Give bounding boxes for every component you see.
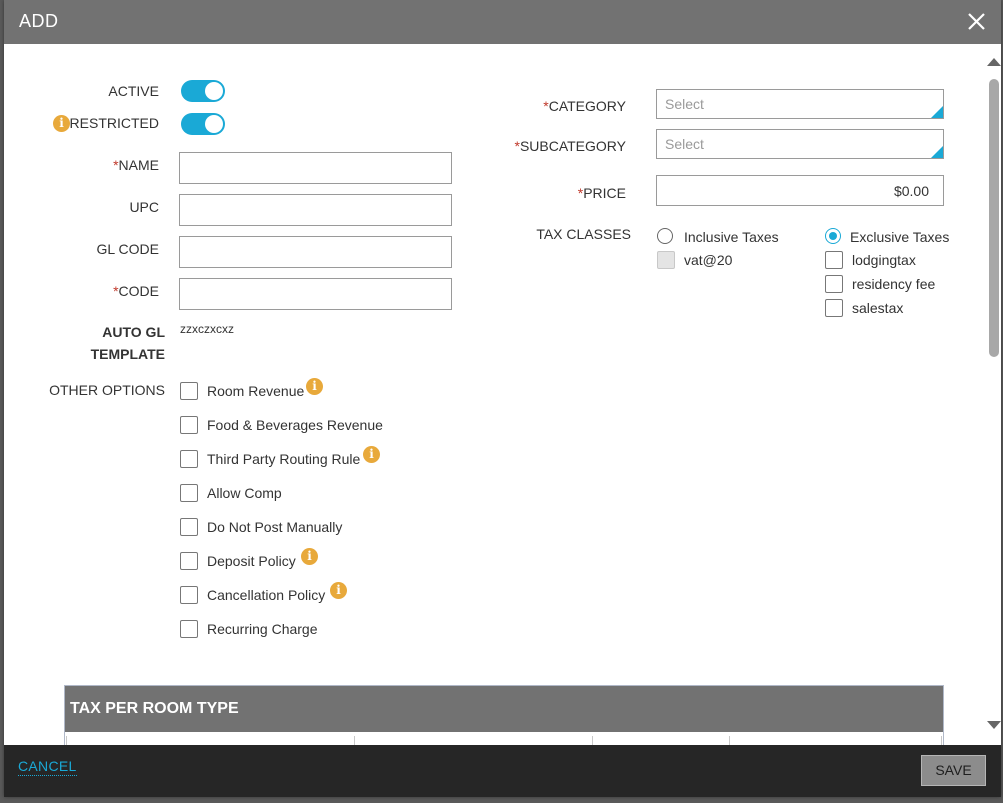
close-button[interactable] <box>963 8 989 36</box>
vertical-scrollbar[interactable] <box>985 44 1001 745</box>
category-select[interactable]: Select <box>656 89 944 119</box>
third-party-routing-rule-checkbox[interactable] <box>180 450 198 468</box>
lodgingtax-label: lodgingtax <box>852 252 916 268</box>
dialog-header: ADD <box>4 0 1001 44</box>
subcategory-select[interactable]: Select <box>656 129 944 159</box>
salestax-checkbox[interactable] <box>825 299 843 317</box>
code-label-text: CODE <box>118 283 159 299</box>
category-label: *CATEGORY <box>543 98 626 114</box>
allow-comp-checkbox[interactable] <box>180 484 198 502</box>
lodgingtax-checkbox[interactable] <box>825 251 843 269</box>
name-label: *NAME <box>113 157 159 173</box>
scrollbar-thumb[interactable] <box>989 79 999 357</box>
subcategory-placeholder: Select <box>665 136 704 152</box>
toggle-knob <box>205 115 223 133</box>
code-label: *CODE <box>113 283 159 299</box>
tax-per-room-type-header: TAX PER ROOM TYPE <box>65 686 943 732</box>
room-revenue-checkbox[interactable] <box>180 382 198 400</box>
exclusive-taxes-radio[interactable] <box>825 228 841 244</box>
tax-per-room-type-table <box>65 732 943 745</box>
column-divider <box>941 736 942 745</box>
column-divider <box>66 736 67 745</box>
price-input[interactable] <box>656 175 944 206</box>
deposit-policy-label: Deposit Policy <box>207 553 296 569</box>
gl-code-label: GL CODE <box>96 241 160 257</box>
code-input[interactable] <box>179 278 452 310</box>
category-label-text: CATEGORY <box>548 98 626 114</box>
dialog-footer: CANCEL SAVE <box>4 745 1001 797</box>
column-divider <box>592 736 593 745</box>
tax-classes-label: TAX CLASSES <box>536 226 631 242</box>
cancellation-policy-info-icon[interactable]: i <box>330 582 347 599</box>
residency-fee-label: residency fee <box>852 276 936 292</box>
subcategory-label: *SUBCATEGORY <box>514 138 626 154</box>
dialog-title: ADD <box>19 11 59 31</box>
price-label: *PRICE <box>578 185 626 201</box>
restricted-label: RESTRICTED <box>69 115 159 131</box>
subcategory-label-text: SUBCATEGORY <box>519 138 626 154</box>
third-party-routing-rule-info-icon[interactable]: i <box>363 446 380 463</box>
active-label: ACTIVE <box>108 83 159 99</box>
name-label-text: NAME <box>118 157 159 173</box>
room-revenue-label: Room Revenue <box>207 383 305 399</box>
cancellation-policy-label: Cancellation Policy <box>207 587 326 603</box>
cancel-button[interactable]: CANCEL <box>18 758 77 776</box>
dialog-body: ACTIVE i RESTRICTED *NAME UPC GL CODE *C… <box>4 44 1001 745</box>
room-revenue-info-icon[interactable]: i <box>306 378 323 395</box>
inclusive-taxes-label: Inclusive Taxes <box>684 229 779 245</box>
allow-comp-label: Allow Comp <box>207 485 282 501</box>
auto-gl-template-label: AUTO GL TEMPLATE <box>91 321 165 365</box>
gl-code-input[interactable] <box>179 236 452 268</box>
toggle-knob <box>205 82 223 100</box>
do-not-post-manually-label: Do Not Post Manually <box>207 519 343 535</box>
price-label-text: PRICE <box>583 185 626 201</box>
auto-gl-template-label-line1: AUTO GL <box>102 324 165 340</box>
add-item-dialog: ADD ACTIVE i RESTRICTED *NAME UPC GL COD… <box>4 0 1001 797</box>
active-toggle[interactable] <box>181 80 225 102</box>
food-beverages-revenue-checkbox[interactable] <box>180 416 198 434</box>
vat-20-label: vat@20 <box>684 252 733 268</box>
category-placeholder: Select <box>665 96 704 112</box>
recurring-charge-label: Recurring Charge <box>207 621 318 637</box>
inclusive-taxes-radio[interactable] <box>657 228 673 244</box>
food-beverages-revenue-label: Food & Beverages Revenue <box>207 417 383 433</box>
column-divider <box>354 736 355 745</box>
other-options-label: OTHER OPTIONS <box>49 382 165 398</box>
tax-per-room-type-section: TAX PER ROOM TYPE <box>64 685 944 745</box>
dropdown-corner-icon <box>931 106 943 118</box>
residency-fee-checkbox[interactable] <box>825 275 843 293</box>
auto-gl-template-value: zzxczxcxz <box>180 322 234 336</box>
third-party-routing-rule-label: Third Party Routing Rule <box>207 451 361 467</box>
name-input[interactable] <box>179 152 452 184</box>
dropdown-corner-icon <box>931 146 943 158</box>
recurring-charge-checkbox[interactable] <box>180 620 198 638</box>
save-button[interactable]: SAVE <box>921 755 986 786</box>
upc-input[interactable] <box>179 194 452 226</box>
deposit-policy-checkbox[interactable] <box>180 552 198 570</box>
scroll-down-arrow-icon[interactable] <box>987 721 1001 729</box>
deposit-policy-info-icon[interactable]: i <box>301 548 318 565</box>
vat-20-checkbox <box>657 251 675 269</box>
exclusive-taxes-label: Exclusive Taxes <box>850 229 950 245</box>
upc-label: UPC <box>129 199 159 215</box>
salestax-label: salestax <box>852 300 904 316</box>
restricted-info-icon[interactable]: i <box>53 115 70 132</box>
scroll-up-arrow-icon[interactable] <box>987 58 1001 66</box>
column-divider <box>729 736 730 745</box>
auto-gl-template-label-line2: TEMPLATE <box>90 346 165 362</box>
close-icon <box>967 13 985 30</box>
restricted-toggle[interactable] <box>181 113 225 135</box>
do-not-post-manually-checkbox[interactable] <box>180 518 198 536</box>
cancellation-policy-checkbox[interactable] <box>180 586 198 604</box>
